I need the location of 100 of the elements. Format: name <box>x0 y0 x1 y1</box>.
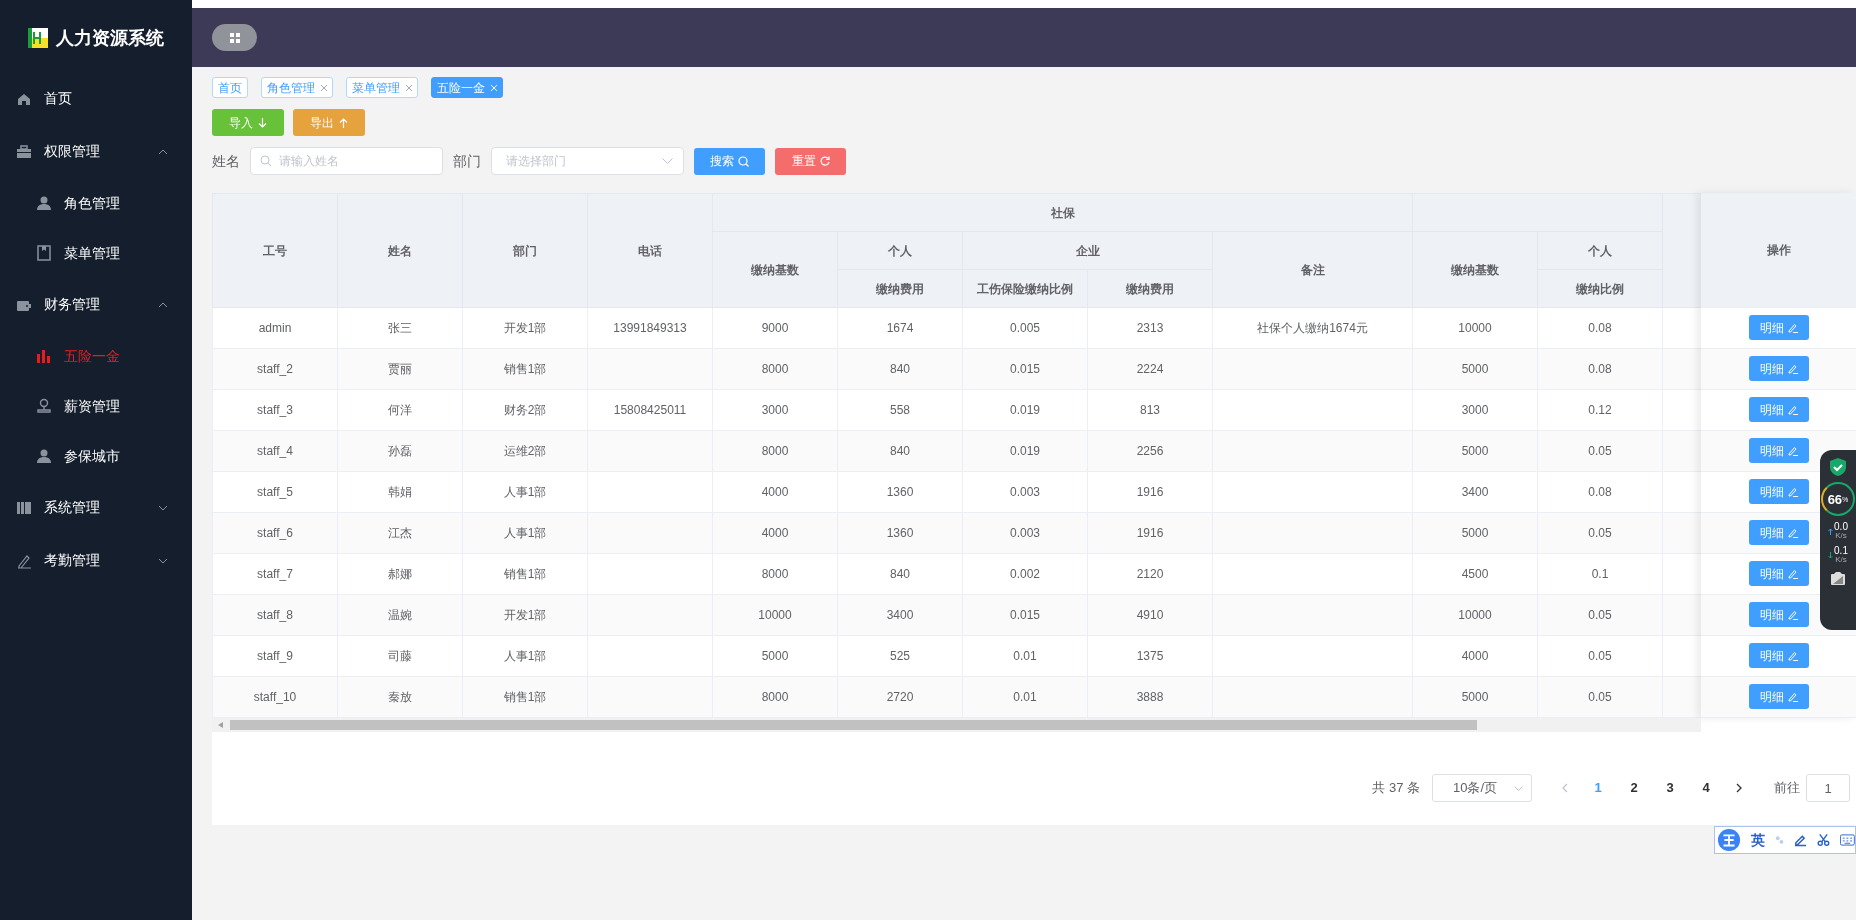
page-size-select[interactable]: 10条/页 <box>1432 774 1532 802</box>
speed-value: 0.1 <box>1834 546 1848 556</box>
sidebar-subitem[interactable]: 薪资管理 <box>0 381 192 431</box>
total-count: 共 37 条 <box>1372 779 1420 798</box>
table-cell: 0.015 <box>962 348 1088 390</box>
table-cell: 4000 <box>1412 635 1538 677</box>
scissors-icon[interactable] <box>1817 833 1831 847</box>
table-cell: staff_7 <box>212 553 338 595</box>
table-cell: 525 <box>837 635 963 677</box>
table-cell: 秦放 <box>337 676 463 718</box>
table-cell: 江杰 <box>337 512 463 554</box>
ime-toolbar[interactable]: 英 <box>1714 826 1856 854</box>
down-arrow-icon <box>258 117 267 128</box>
refresh-icon <box>819 156 830 166</box>
detail-button[interactable]: 明细 <box>1748 684 1809 709</box>
table-cell: 温婉 <box>337 594 463 636</box>
table-cell: 张三 <box>337 307 463 349</box>
search-button[interactable]: 搜索 <box>694 147 765 175</box>
table-cell: 8000 <box>712 430 838 472</box>
screenshot-icon[interactable] <box>1830 572 1846 586</box>
column-header: 缴纳费用 <box>1087 269 1213 308</box>
detail-button[interactable]: 明细 <box>1748 602 1809 627</box>
goto-label: 前往 <box>1774 779 1800 798</box>
reset-button[interactable]: 重置 <box>775 147 846 175</box>
detail-button[interactable]: 明细 <box>1748 520 1809 545</box>
table-cell: 1674 <box>837 307 963 349</box>
table-cell: 运维2部 <box>462 430 588 472</box>
table-cell: 2720 <box>837 676 963 718</box>
detail-button[interactable]: 明细 <box>1748 397 1809 422</box>
down-arrow-icon <box>1828 551 1834 559</box>
chevron-left-icon <box>1562 783 1568 793</box>
table-cell: 1375 <box>1087 635 1213 677</box>
speed-unit: K/s <box>1835 532 1847 540</box>
table-cell: 9000 <box>712 307 838 349</box>
sidebar-subitem[interactable]: 菜单管理 <box>0 228 192 278</box>
table-cell: 0.015 <box>962 594 1088 636</box>
edit-icon <box>1787 486 1798 497</box>
page-button[interactable]: 4 <box>1688 774 1724 802</box>
table-cell: staff_5 <box>212 471 338 513</box>
department-select[interactable]: 请选择部门 <box>491 147 684 175</box>
menu-toggle-button[interactable] <box>212 24 257 51</box>
table-cell: 10000 <box>1412 594 1538 636</box>
column-header: 企业 <box>962 231 1213 270</box>
sidebar-item[interactable]: 财务管理 <box>0 278 192 331</box>
keyboard-icon[interactable] <box>1840 834 1855 846</box>
table-cell: 0.05 <box>1537 430 1663 472</box>
table-cell: 2313 <box>1087 307 1213 349</box>
table-cell: 840 <box>837 553 963 595</box>
column-header: 社保 <box>712 193 1413 232</box>
column-header: 缴纳基数 <box>1412 231 1538 308</box>
sidebar-item[interactable]: 考勤管理 <box>0 534 192 587</box>
detail-button[interactable]: 明细 <box>1748 356 1809 381</box>
table-cell: 何洋 <box>337 389 463 431</box>
sidebar-subitem[interactable]: 角色管理 <box>0 178 192 228</box>
sidebar-subitem[interactable]: 五险一金 <box>0 331 192 381</box>
import-button[interactable]: 导入 <box>212 109 284 136</box>
close-icon[interactable] <box>321 84 327 91</box>
left-arrow-icon <box>218 722 223 728</box>
horizontal-scrollbar[interactable] <box>212 718 1701 732</box>
export-button[interactable]: 导出 <box>293 109 365 136</box>
tag[interactable]: 菜单管理 <box>346 77 418 98</box>
detail-button[interactable]: 明细 <box>1748 479 1809 504</box>
table-cell: 840 <box>837 430 963 472</box>
detail-button[interactable]: 明细 <box>1748 438 1809 463</box>
input-mode-toggle[interactable]: 英 <box>1751 829 1766 851</box>
tag[interactable]: 角色管理 <box>261 77 333 98</box>
detail-button[interactable]: 明细 <box>1748 643 1809 668</box>
table-cell: 开发1部 <box>462 594 588 636</box>
page-button[interactable]: 3 <box>1652 774 1688 802</box>
table-cell: 4000 <box>712 471 838 513</box>
detail-button[interactable]: 明细 <box>1748 315 1809 340</box>
edit-icon <box>1787 650 1798 661</box>
sidebar-item[interactable]: 系统管理 <box>0 481 192 534</box>
close-icon[interactable] <box>406 84 412 91</box>
table-cell: 韩娟 <box>337 471 463 513</box>
sidebar-item[interactable]: 权限管理 <box>0 125 192 178</box>
table-cell: 2224 <box>1087 348 1213 390</box>
table-cell: staff_10 <box>212 676 338 718</box>
sidebar-item[interactable]: 首页 <box>0 72 192 125</box>
table-cell: 0.05 <box>1537 512 1663 554</box>
table-cell: staff_3 <box>212 389 338 431</box>
punctuation-icon[interactable] <box>1775 835 1785 845</box>
detail-button[interactable]: 明细 <box>1748 561 1809 586</box>
page-number-field[interactable]: 1 <box>1806 774 1850 802</box>
tag[interactable]: 五险一金 <box>431 77 503 98</box>
table-cell: staff_4 <box>212 430 338 472</box>
table-cell: 1360 <box>837 471 963 513</box>
page-button[interactable]: 2 <box>1616 774 1652 802</box>
table-cell: 4500 <box>1412 553 1538 595</box>
name-search-field[interactable]: 请输入姓名 <box>250 147 443 175</box>
app-title: 人力资源系统 <box>56 26 164 50</box>
table-cell: 0.08 <box>1537 307 1663 349</box>
sidebar-subitem[interactable]: 参保城市 <box>0 431 192 481</box>
table-cell: 558 <box>837 389 963 431</box>
edit-icon <box>1787 527 1798 538</box>
page-button[interactable]: 1 <box>1580 774 1616 802</box>
pen-icon[interactable] <box>1794 833 1808 847</box>
column-header: 姓名 <box>337 193 463 308</box>
table-cell: 15808425011 <box>587 389 713 431</box>
tag[interactable]: 首页 <box>212 77 248 98</box>
